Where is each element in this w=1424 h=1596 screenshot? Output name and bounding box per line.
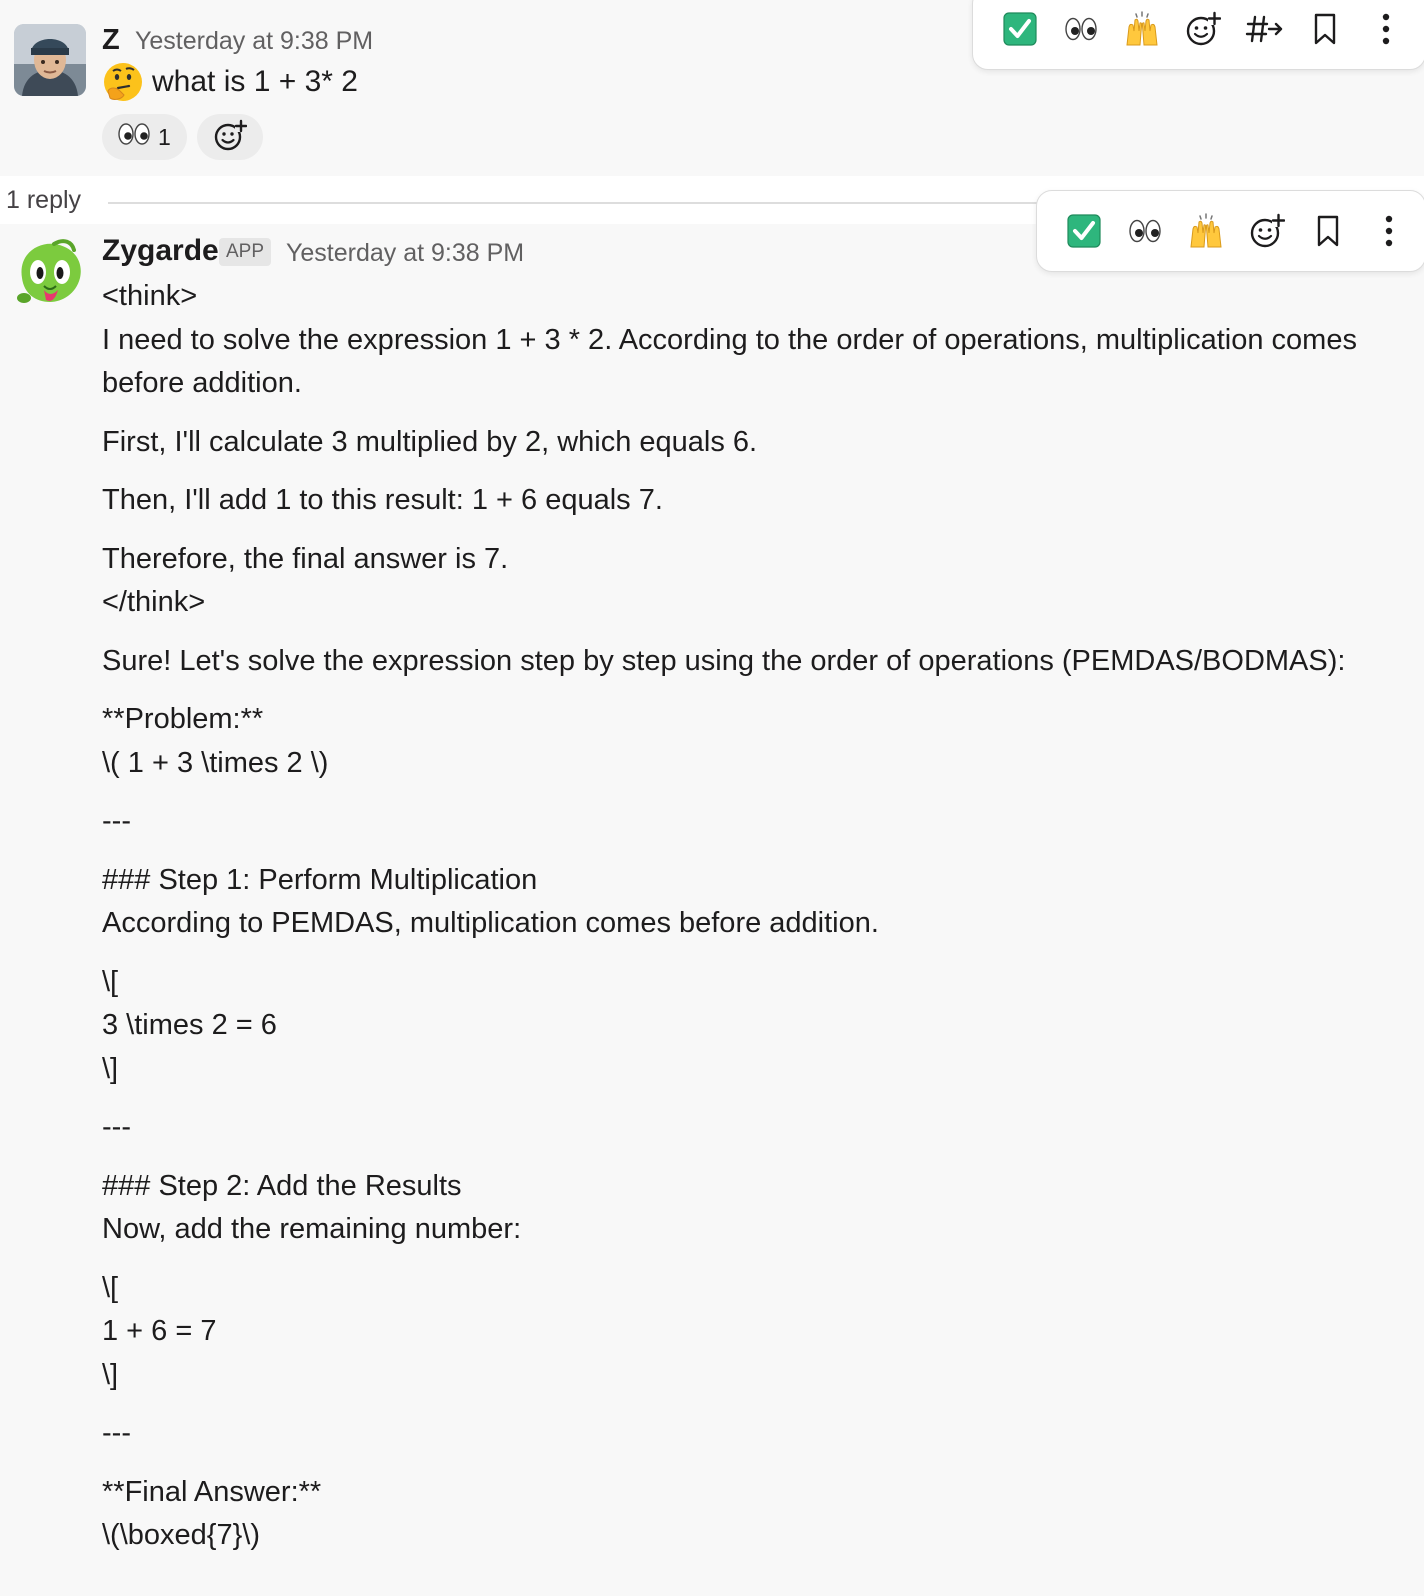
message-paragraph: --- (102, 805, 131, 837)
reaction-eyes[interactable]: 1 (102, 114, 187, 160)
message-paragraph: Then, I'll add 1 to this result: 1 + 6 e… (102, 484, 663, 516)
message-actions-toolbar (972, 0, 1424, 70)
message-paragraph: First, I'll calculate 3 multiplied by 2,… (102, 425, 758, 458)
message-paragraph: **Final Answer:** \(\boxed{7}\) (102, 1475, 322, 1552)
react-eyes-button[interactable] (1050, 0, 1111, 59)
add-reaction-icon (1186, 11, 1221, 46)
add-reaction-icon (1250, 213, 1285, 248)
raised-hands-emoji (1125, 11, 1158, 46)
message-actions-toolbar (1036, 190, 1424, 272)
bookmark-icon (1317, 215, 1338, 247)
message-paragraph: Therefore, the final answer is 7. </thin… (102, 542, 509, 619)
message-text: what is 1 + 3* 2 (102, 62, 358, 102)
reaction-bar: 1 (102, 114, 263, 160)
bookmark-icon (1314, 13, 1335, 45)
check-mark-emoji (1066, 214, 1101, 248)
forward-to-channel-button[interactable] (1233, 0, 1294, 59)
message-paragraph: <think> I need to solve the expression 1… (102, 280, 1357, 399)
eyes-emoji (118, 123, 150, 151)
message-body: <think> I need to solve the expression 1… (102, 275, 1402, 1573)
save-for-later-button[interactable] (1297, 201, 1358, 261)
message-from-zygarde: Zygarde APP Yesterday at 9:38 PM <think>… (0, 224, 1424, 1596)
forward-to-channel-icon (1245, 15, 1282, 43)
more-actions-button[interactable] (1355, 0, 1416, 59)
message-author[interactable]: Z (102, 24, 120, 57)
add-reaction-icon (213, 118, 247, 157)
message-paragraph: \[ 3 \times 2 = 6 \] (102, 965, 277, 1085)
add-reaction-button[interactable] (1172, 0, 1233, 59)
avatar[interactable] (14, 24, 86, 96)
message-timestamp[interactable]: Yesterday at 9:38 PM (135, 27, 373, 56)
message-paragraph: ### Step 1: Perform Multiplication Accor… (102, 863, 879, 940)
message-paragraph: --- (102, 1111, 131, 1143)
message-paragraph: **Problem:** \( 1 + 3 \times 2 \) (102, 703, 329, 779)
message-text-content: what is 1 + 3* 2 (152, 65, 358, 98)
react-check-button[interactable] (989, 0, 1050, 59)
more-actions-icon (1382, 13, 1389, 45)
check-mark-emoji (1002, 12, 1037, 46)
app-badge: APP (219, 238, 272, 266)
message-author[interactable]: Zygarde (102, 234, 219, 268)
avatar[interactable] (14, 238, 86, 310)
react-raised-hands-button[interactable] (1175, 201, 1236, 261)
eyes-emoji (1128, 219, 1161, 243)
more-actions-icon (1385, 215, 1392, 247)
reply-count[interactable]: 1 reply (6, 186, 81, 215)
slack-thread-view: Z Yesterday at 9:38 PM what is 1 + 3* 2 (0, 0, 1424, 1596)
add-reaction-button[interactable] (1236, 201, 1297, 261)
message-timestamp[interactable]: Yesterday at 9:38 PM (286, 239, 524, 268)
react-raised-hands-button[interactable] (1111, 0, 1172, 59)
message-paragraph: \[ 1 + 6 = 7 \] (102, 1271, 217, 1391)
message-paragraph: ### Step 2: Add the Results Now, add the… (102, 1169, 522, 1246)
more-actions-button[interactable] (1358, 201, 1419, 261)
eyes-emoji (1064, 17, 1097, 41)
save-for-later-button[interactable] (1294, 0, 1355, 59)
add-reaction-button[interactable] (196, 114, 263, 160)
raised-hands-emoji (1189, 213, 1222, 248)
react-check-button[interactable] (1053, 201, 1114, 261)
message-paragraph: --- (102, 1417, 131, 1449)
reaction-count: 1 (158, 123, 171, 150)
react-eyes-button[interactable] (1114, 201, 1175, 261)
message-paragraph: Sure! Let's solve the expression step by… (102, 644, 1346, 677)
thinking-face-emoji (102, 61, 144, 103)
